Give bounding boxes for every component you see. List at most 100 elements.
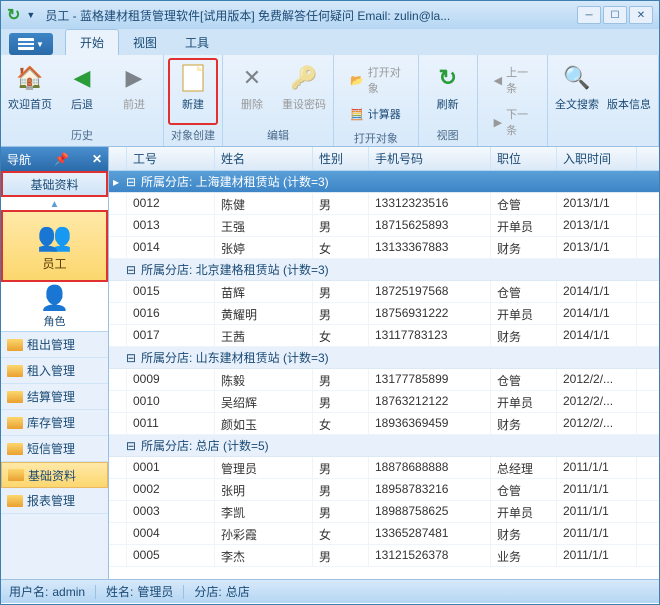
next-icon: ▶ [494, 116, 502, 129]
table-row[interactable]: 0011颜如玉女18936369459财务2012/2/... [109, 413, 659, 435]
calculator-button[interactable]: 🧮计算器 [344, 104, 408, 124]
prev-icon: ◀ [494, 74, 502, 87]
table-row[interactable]: 0013王强男18715625893开单员2013/1/1 [109, 215, 659, 237]
home-icon: 🏠 [14, 62, 46, 94]
employee-icon: 👥 [37, 220, 72, 253]
key-icon: 🔑 [288, 62, 320, 94]
new-document-icon [177, 62, 209, 94]
table-row[interactable]: 0017王茜女13117783123财务2014/1/1 [109, 325, 659, 347]
nav-list-item[interactable]: 基础资料 [1, 462, 108, 488]
collapse-icon[interactable]: ⊟ [125, 351, 137, 365]
delete-icon: ✕ [236, 62, 268, 94]
refresh-button[interactable]: ↻ 刷新 [423, 58, 473, 125]
table-row[interactable]: 0016黄耀明男18756931222开单员2014/1/1 [109, 303, 659, 325]
nav-section-basic-data[interactable]: 基础资料 [1, 171, 108, 197]
nav-item-role[interactable]: 👤 角色 [1, 282, 108, 332]
col-id[interactable]: 工号 [127, 147, 215, 170]
forward-button[interactable]: ▶ 前进 [109, 58, 159, 125]
col-phone[interactable]: 手机号码 [369, 147, 491, 170]
forward-icon: ▶ [118, 62, 150, 94]
table-row[interactable]: 0014张婷女13133367883财务2013/1/1 [109, 237, 659, 259]
table-row[interactable]: 0015苗辉男18725197568仓管2014/1/1 [109, 281, 659, 303]
grid-body[interactable]: ▸⊟所属分店: 上海建材租赁站 (计数=3)0012陈健男13312323516… [109, 171, 659, 579]
tab-view[interactable]: 视图 [119, 30, 171, 55]
minimize-button[interactable]: ─ [577, 6, 601, 24]
folder-icon [7, 391, 23, 403]
app-menu-button[interactable]: ▼ [9, 33, 53, 55]
table-row[interactable]: 0001管理员男18878688888总经理2011/1/1 [109, 457, 659, 479]
role-icon: 👤 [40, 284, 70, 313]
nav-list-item[interactable]: 报表管理 [1, 488, 108, 514]
group-row[interactable]: ▸⊟所属分店: 上海建材租赁站 (计数=3) [109, 171, 659, 193]
nav-list-item[interactable]: 库存管理 [1, 410, 108, 436]
close-button[interactable]: ✕ [629, 6, 653, 24]
maximize-button[interactable]: ☐ [603, 6, 627, 24]
table-row[interactable]: 0002张明男18958783216仓管2011/1/1 [109, 479, 659, 501]
version-info-button[interactable]: 版本信息 [604, 58, 654, 141]
open-object-button[interactable]: 📂打开对象 [344, 62, 408, 98]
status-branch-label: 分店: [194, 583, 221, 600]
status-branch: 总店 [226, 583, 250, 600]
collapse-icon[interactable]: ⊟ [125, 263, 137, 277]
group-create-label: 对象创建 [171, 125, 215, 146]
folder-icon [7, 365, 23, 377]
table-row[interactable]: 0004孙彩霞女13365287481财务2011/1/1 [109, 523, 659, 545]
nav-list-item[interactable]: 短信管理 [1, 436, 108, 462]
next-record-button[interactable]: ▶下一条 [488, 104, 537, 140]
table-row[interactable]: 0005李杰男13121526378业务2011/1/1 [109, 545, 659, 567]
col-position[interactable]: 职位 [491, 147, 557, 170]
fulltext-search-button[interactable]: 🔍 全文搜索 [552, 58, 602, 141]
group-open-label: 打开对象 [354, 128, 398, 149]
collapse-icon[interactable]: ⊟ [125, 439, 137, 453]
collapse-icon[interactable]: ⊟ [125, 175, 137, 189]
tab-start[interactable]: 开始 [65, 29, 119, 55]
folder-icon [8, 469, 24, 481]
nav-list-item[interactable]: 租入管理 [1, 358, 108, 384]
status-user: admin [52, 585, 85, 599]
group-row[interactable]: ⊟所属分店: 北京建格租赁站 (计数=3) [109, 259, 659, 281]
open-icon: 📂 [350, 74, 364, 87]
group-view-label: 视图 [437, 125, 459, 146]
back-button[interactable]: ◀ 后退 [57, 58, 107, 125]
group-history-label: 历史 [71, 125, 93, 146]
welcome-button[interactable]: 🏠 欢迎首页 [5, 58, 55, 125]
col-gender[interactable]: 性别 [313, 147, 369, 170]
reset-password-button[interactable]: 🔑 重设密码 [279, 58, 329, 125]
delete-button[interactable]: ✕ 删除 [227, 58, 277, 125]
table-row[interactable]: 0012陈健男13312323516仓管2013/1/1 [109, 193, 659, 215]
table-row[interactable]: 0010吴绍辉男18763212122开单员2012/2/... [109, 391, 659, 413]
group-row[interactable]: ⊟所属分店: 总店 (计数=5) [109, 435, 659, 457]
back-icon: ◀ [66, 62, 98, 94]
status-user-label: 用户名: [9, 583, 48, 600]
status-bar: 用户名: admin 姓名: 管理员 分店: 总店 [1, 579, 659, 603]
nav-list-item[interactable]: 租出管理 [1, 332, 108, 358]
nav-list-item[interactable]: 结算管理 [1, 384, 108, 410]
group-edit-label: 编辑 [267, 125, 289, 146]
nav-header: 导航 📌 ✕ [1, 147, 108, 171]
folder-icon [7, 443, 23, 455]
col-name[interactable]: 姓名 [215, 147, 313, 170]
qat-dropdown-icon[interactable]: ▼ [26, 10, 35, 20]
table-row[interactable]: 0003李凯男18988758625开单员2011/1/1 [109, 501, 659, 523]
info-icon [613, 62, 645, 94]
scroll-up-icon[interactable]: ▲ [1, 199, 108, 210]
nav-close-button[interactable]: ✕ [92, 152, 102, 166]
window-title: 员工 - 蓝格建材租赁管理软件[试用版本] 免费解答任何疑问 Email: zu… [45, 7, 577, 24]
prev-record-button[interactable]: ◀上一条 [488, 62, 537, 98]
folder-icon [7, 495, 23, 507]
folder-icon [7, 417, 23, 429]
refresh-qat-icon[interactable]: ↻ [7, 5, 20, 25]
nav-item-employee[interactable]: 👥 员工 [1, 210, 108, 282]
status-name-label: 姓名: [106, 583, 133, 600]
calculator-icon: 🧮 [350, 108, 364, 121]
new-button[interactable]: 新建 [168, 58, 218, 125]
expand-column[interactable] [109, 147, 127, 170]
navigation-panel: 导航 📌 ✕ 基础资料 ▲ 👥 员工 👤 角色 租出管理租入管理结算管理库存管理… [1, 147, 109, 579]
pin-icon[interactable]: 📌 [54, 152, 69, 166]
tab-tools[interactable]: 工具 [171, 30, 223, 55]
group-row[interactable]: ⊟所属分店: 山东建材租赁站 (计数=3) [109, 347, 659, 369]
search-icon: 🔍 [561, 62, 593, 94]
grid-header: 工号 姓名 性别 手机号码 职位 入职时间 [109, 147, 659, 171]
table-row[interactable]: 0009陈毅男13177785899仓管2012/2/... [109, 369, 659, 391]
col-date[interactable]: 入职时间 [557, 147, 637, 170]
